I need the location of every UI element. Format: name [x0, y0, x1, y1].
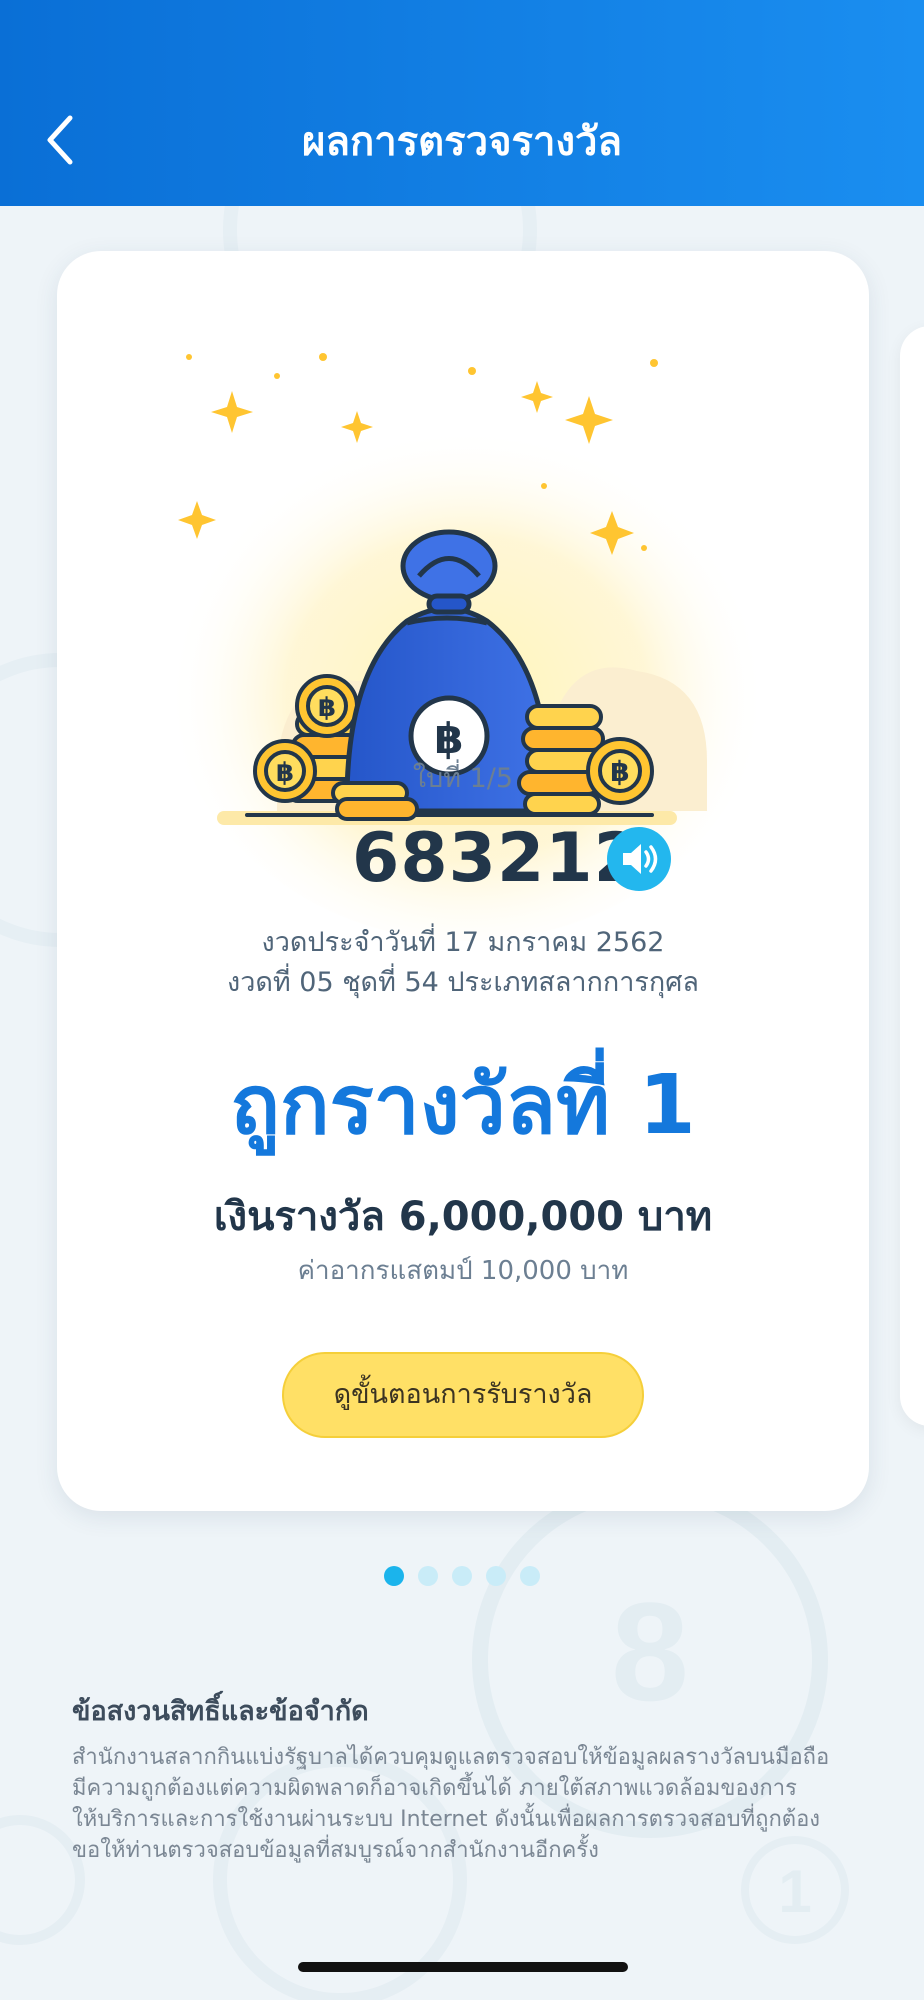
speaker-icon	[623, 844, 658, 874]
app-header: ผลการตรวจรางวัล	[0, 0, 924, 206]
pagination-dots	[0, 1566, 924, 1590]
ticket-index: ใบที่ 1/5	[412, 763, 514, 794]
disclaimer-line: ให้บริการและการใช้งานผ่านระบบ Internet ด…	[72, 1807, 821, 1832]
svg-text:1: 1	[778, 1858, 811, 1925]
page-title: ผลการตรวจรางวัล	[302, 119, 622, 165]
pagination-dot[interactable]	[486, 1566, 506, 1586]
disclaimer-title: ข้อสงวนสิทธิ์และข้อจำกัด	[72, 1696, 369, 1727]
pagination-dot[interactable]	[384, 1566, 404, 1586]
prize-title: ถูกรางวัลที่ 1	[230, 1058, 696, 1153]
pagination-dot[interactable]	[418, 1566, 438, 1586]
disclaimer-section: ข้อสงวนสิทธิ์และข้อจำกัด สำนักงานสลากกิน…	[72, 1690, 872, 1866]
draw-info: งวดที่ 05 ชุดที่ 54 ประเภทสลากการกุศล	[227, 967, 699, 998]
claim-steps-button[interactable]: ดูขั้นตอนการรับรางวัล	[282, 1352, 644, 1438]
disclaimer-line: สำนักงานสลากกินแบ่งรัฐบาลได้ควบคุมดูแลตร…	[72, 1745, 830, 1770]
result-card: ฿ ฿ ฿ ฿ ใบที่ 1/5 683212 งวดประจำวันที่ …	[57, 251, 869, 1511]
stamp-duty: ค่าอากรแสตมป์ 10,000 บาท	[297, 1256, 629, 1286]
speaker-button[interactable]	[607, 827, 671, 891]
prize-amount: เงินรางวัล 6,000,000 บาท	[213, 1194, 713, 1240]
draw-date: งวดประจำวันที่ 17 มกราคม 2562	[261, 927, 665, 958]
pagination-dot[interactable]	[452, 1566, 472, 1586]
ticket-number-row: 683212	[57, 819, 869, 899]
pagination-dot[interactable]	[520, 1566, 540, 1586]
svg-text:฿: ฿	[434, 714, 463, 763]
home-indicator[interactable]	[298, 1962, 628, 1972]
disclaimer-line: ขอให้ท่านตรวจสอบข้อมูลที่สมบูรณ์จากสำนัก…	[72, 1838, 599, 1863]
svg-text:฿: ฿	[318, 693, 336, 723]
disclaimer-line: มีความถูกต้องแต่ความผิดพลาดก็อาจเกิดขึ้น…	[72, 1776, 797, 1801]
next-result-card[interactable]	[900, 326, 924, 1426]
